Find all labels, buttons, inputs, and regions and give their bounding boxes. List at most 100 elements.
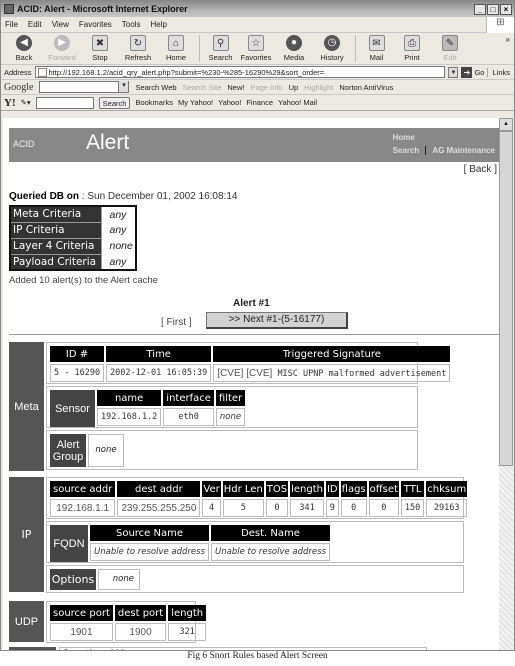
forward-button[interactable]: ▶ Forward	[43, 35, 81, 62]
menu-tools[interactable]: Tools	[122, 20, 141, 29]
ip-id: 9	[325, 499, 339, 517]
bookmarks-button[interactable]: Bookmarks	[135, 98, 173, 107]
windows-logo-icon: ⊞	[486, 17, 514, 33]
media-button[interactable]: ● Media	[275, 35, 313, 62]
nav-home-link[interactable]: Home	[393, 133, 415, 142]
udp-box: source port dest port length 1901 1900 321	[46, 601, 207, 643]
up-button[interactable]: Up	[289, 83, 299, 92]
cve-links[interactable]: [CVE] [CVE]	[217, 368, 272, 379]
col-header: Source Name	[90, 525, 209, 541]
criteria-row: Payload Criteria any	[9, 253, 136, 271]
col-header: flags	[340, 481, 367, 497]
back-button[interactable]: ◀ Back	[5, 35, 43, 62]
criteria-name[interactable]: Layer 4 Criteria	[9, 237, 102, 255]
close-button[interactable]: ×	[500, 3, 512, 15]
favorites-button[interactable]: ☆ Favorites	[237, 35, 275, 62]
figure-caption: Fig 6 Snort Rules based Alert Screen	[187, 651, 328, 661]
ie-icon	[4, 4, 14, 14]
yahoo-search-button[interactable]: Search	[98, 96, 131, 109]
col-header: name	[97, 390, 162, 406]
back-link[interactable]: [ Back ]	[464, 164, 497, 175]
table-row: 1901 1900 321	[50, 623, 207, 641]
alert-number-heading: Alert #1	[233, 298, 270, 309]
queried-db-info: Queried DB on : Sun December 01, 2002 16…	[9, 191, 237, 202]
stop-button[interactable]: ✖ Stop	[81, 35, 119, 62]
print-button[interactable]: ⎙ Print	[393, 35, 431, 62]
home-button[interactable]: ⌂ Home	[157, 35, 195, 62]
sensor-box: Sensor name interface filter 192.168.1.2 et…	[46, 386, 418, 428]
history-button[interactable]: ◷ History	[313, 35, 351, 62]
yahoo-mail-button[interactable]: Yahoo! Mail	[278, 98, 317, 107]
google-search-input[interactable]	[39, 81, 130, 93]
nav-maintenance-link[interactable]: AG Maintenance	[432, 146, 495, 155]
triggered-signature: [CVE] [CVE] MISC UPNP malformed advertis…	[213, 364, 451, 382]
next-alert-button[interactable]: >> Next #1-(5-16177)	[206, 312, 348, 329]
vertical-scrollbar[interactable]: ▲	[499, 118, 513, 650]
col-header: Time	[106, 346, 212, 362]
sensor-table: name interface filter 192.168.1.2 eth0 none	[95, 388, 247, 428]
alert-id: 5 - 16290	[50, 364, 105, 382]
criteria-name[interactable]: IP Criteria	[9, 221, 102, 239]
my-yahoo-button[interactable]: My Yahoo!	[178, 98, 213, 107]
queried-value: : Sun December 01, 2002 16:08:14	[79, 191, 238, 202]
nav-search-link[interactable]: Search	[393, 146, 420, 155]
highlight-button[interactable]: Highlight	[304, 83, 333, 92]
yahoo-search-input[interactable]	[35, 96, 94, 109]
payload-section-label	[9, 647, 56, 650]
search-site-button[interactable]: Search Site	[183, 83, 222, 92]
address-input[interactable]: http://192.168.1.2/acid_qry_alert.php?su…	[34, 66, 446, 78]
refresh-button[interactable]: ↻ Refresh	[119, 35, 157, 62]
menu-favorites[interactable]: Favorites	[79, 20, 112, 29]
alert-group-label: Alert Group	[50, 434, 86, 467]
first-link[interactable]: [ First ]	[161, 317, 192, 328]
address-bar: Address http://192.168.1.2/acid_qry_aler…	[1, 65, 514, 80]
go-arrow-icon: ➔	[461, 66, 473, 78]
source-addr[interactable]: 192.168.1.1	[50, 499, 116, 517]
search-button[interactable]: ⚲ Search	[199, 35, 237, 62]
scroll-up-arrow-icon[interactable]: ▲	[499, 118, 513, 131]
google-logo[interactable]: Google	[4, 82, 33, 93]
table-row: Unable to resolve address Unable to resol…	[90, 543, 330, 561]
menu-bar: File Edit View Favorites Tools Help ⊞	[1, 17, 514, 33]
criteria-value: any	[109, 208, 127, 221]
yahoo-logo[interactable]: Y!	[4, 97, 16, 109]
header-nav: Home Search AG Maintenance	[393, 131, 495, 157]
app-name: ACID	[13, 139, 35, 149]
page-info-button[interactable]: Page Info	[250, 83, 282, 92]
options-box: Options none	[46, 565, 464, 593]
page-icon	[37, 67, 47, 77]
ttl: 150	[400, 499, 425, 517]
address-dropdown-icon[interactable]: ▼	[448, 66, 459, 78]
criteria-value: any	[109, 224, 127, 236]
mail-icon: ✉	[368, 35, 385, 51]
menu-view[interactable]: View	[52, 20, 69, 29]
edit-button[interactable]: ✎ Edit	[431, 35, 469, 62]
maximize-button[interactable]: □	[487, 3, 499, 15]
yahoo-button[interactable]: Yahoo!	[218, 98, 241, 107]
signature-name[interactable]: MISC UPNP malformed advertisement	[277, 369, 446, 379]
menu-file[interactable]: File	[5, 20, 18, 29]
dest-addr[interactable]: 239.255.255.250	[117, 499, 201, 517]
go-button[interactable]: ➔ Go	[461, 66, 484, 78]
criteria-name[interactable]: Meta Criteria	[9, 205, 102, 223]
col-header: length	[168, 605, 207, 621]
flags: 0	[340, 499, 367, 517]
toolbar-overflow-chevron-icon[interactable]: »	[506, 35, 510, 44]
menu-help[interactable]: Help	[150, 20, 166, 29]
criteria-value: none	[109, 240, 133, 252]
nav-divider	[425, 146, 427, 156]
menu-edit[interactable]: Edit	[28, 20, 42, 29]
pencil-icon[interactable]: ✎▾	[21, 98, 31, 107]
mail-button[interactable]: ✉ Mail	[355, 35, 393, 62]
finance-button[interactable]: Finance	[246, 98, 273, 107]
new-button[interactable]: New!	[227, 83, 244, 92]
scrollbar-thumb[interactable]	[499, 131, 513, 466]
search-web-button[interactable]: Search Web	[135, 83, 176, 92]
col-header: length	[290, 481, 324, 497]
criteria-name[interactable]: Payload Criteria	[9, 253, 102, 271]
links-button[interactable]: Links	[487, 67, 514, 77]
sensor-label: Sensor	[50, 390, 95, 427]
col-header: TTL	[400, 481, 425, 497]
norton-antivirus-button[interactable]: Norton AntiVirus	[339, 83, 393, 92]
minimize-button[interactable]: _	[474, 3, 486, 15]
